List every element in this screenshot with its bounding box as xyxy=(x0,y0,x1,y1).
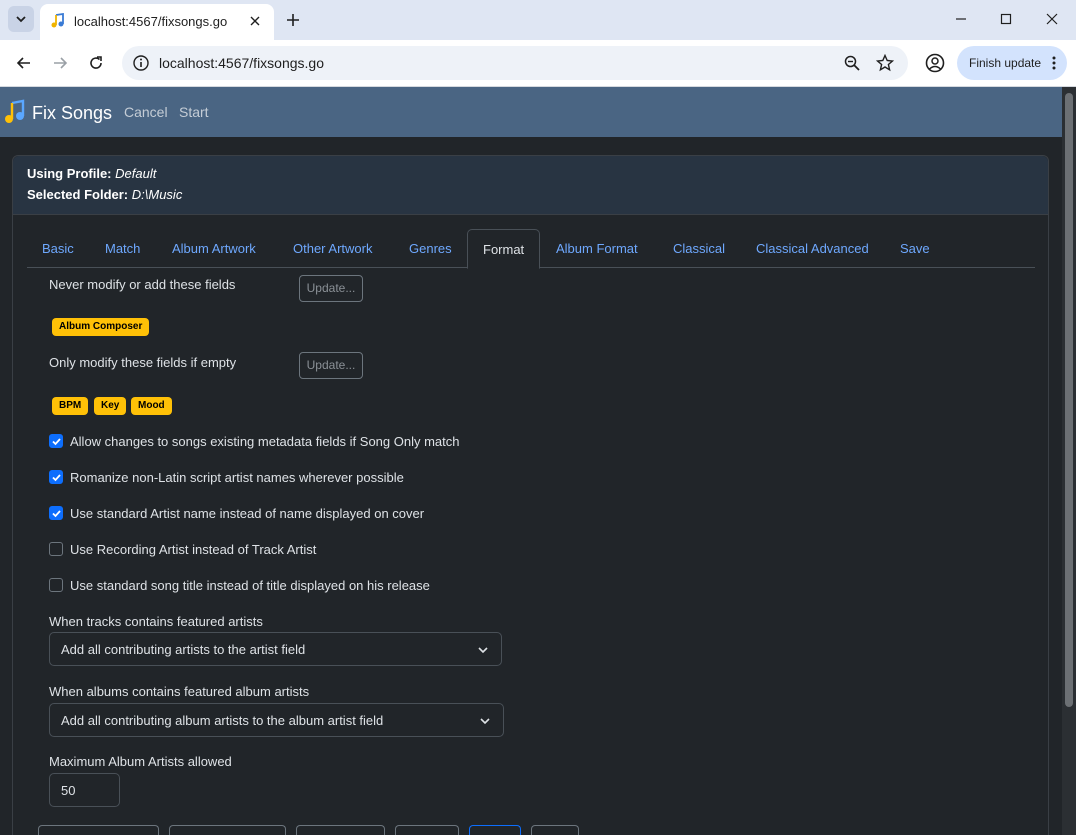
arrow-left-icon xyxy=(16,57,30,69)
only-if-empty-field-badge: Mood xyxy=(131,397,172,415)
cancel-link[interactable]: Cancel xyxy=(124,104,168,120)
app-navbar: Fix Songs Cancel Start xyxy=(0,87,1062,137)
address-bar[interactable]: localhost:4567/fixsongs.go xyxy=(122,46,908,80)
max-album-artists-value: 50 xyxy=(61,783,76,798)
browser-tab[interactable]: localhost:4567/fixsongs.go xyxy=(40,4,274,40)
card-header: Using Profile: Default Selected Folder: … xyxy=(13,156,1048,215)
url-text[interactable]: localhost:4567/fixsongs.go xyxy=(159,55,324,71)
profile-line: Using Profile: Default xyxy=(27,166,156,181)
finish-update-label: Finish update xyxy=(969,56,1042,70)
tab-search-button[interactable] xyxy=(8,6,34,32)
max-album-artists-label: Maximum Album Artists allowed xyxy=(49,754,232,769)
featured-album-artists-label: When albums contains featured album arti… xyxy=(49,684,310,699)
only-if-empty-update-button[interactable]: Update... xyxy=(299,352,363,379)
tab-match[interactable]: Match xyxy=(90,229,155,268)
only-if-empty-field-badge: BPM xyxy=(52,397,89,415)
start-link[interactable]: Start xyxy=(179,104,209,120)
check-icon xyxy=(52,474,61,482)
settings-tabs: Basic Match Album Artwork Other Artwork … xyxy=(27,229,1035,269)
check-icon xyxy=(52,510,61,518)
arrow-right-icon xyxy=(54,57,68,69)
maximize-button[interactable] xyxy=(995,8,1017,30)
reload-button[interactable] xyxy=(84,51,108,75)
minimize-button[interactable] xyxy=(950,8,972,30)
chevron-down-icon xyxy=(16,16,26,23)
check-icon xyxy=(52,438,61,446)
featured-artists-select[interactable]: Add all contributing artists to the arti… xyxy=(49,632,502,666)
footer-button[interactable] xyxy=(469,825,521,835)
browser-toolbar: localhost:4567/fixsongs.go Finish update xyxy=(0,40,1076,87)
close-icon xyxy=(1046,13,1058,25)
browser-tab-strip: localhost:4567/fixsongs.go xyxy=(0,0,1076,40)
tab-basic[interactable]: Basic xyxy=(27,229,89,268)
app-logo-icon xyxy=(5,99,25,123)
footer-button[interactable] xyxy=(531,825,579,835)
back-button[interactable] xyxy=(12,51,36,75)
zoom-icon[interactable] xyxy=(843,54,861,72)
recording-artist-label[interactable]: Use Recording Artist instead of Track Ar… xyxy=(70,542,316,557)
profile-label: Using Profile: xyxy=(27,166,112,181)
featured-album-artists-select[interactable]: Add all contributing album artists to th… xyxy=(49,703,504,737)
profile-icon[interactable] xyxy=(924,52,946,74)
music-note-icon xyxy=(51,13,64,28)
featured-artists-value: Add all contributing artists to the arti… xyxy=(61,642,306,657)
footer-button[interactable] xyxy=(296,825,385,835)
folder-label: Selected Folder: xyxy=(27,187,129,202)
scrollbar-thumb[interactable] xyxy=(1065,93,1073,707)
plus-icon xyxy=(287,14,299,26)
tab-format[interactable]: Format xyxy=(467,229,541,269)
close-window-button[interactable] xyxy=(1041,8,1063,30)
never-modify-update-button[interactable]: Update... xyxy=(299,275,363,302)
tab-genres[interactable]: Genres xyxy=(394,229,467,268)
max-album-artists-input[interactable]: 50 xyxy=(49,773,120,807)
romanize-checkbox[interactable] xyxy=(49,470,63,484)
tab-album-artwork[interactable]: Album Artwork xyxy=(157,229,271,268)
maximize-icon xyxy=(1000,13,1012,25)
footer-button[interactable] xyxy=(395,825,459,835)
app-brand[interactable]: Fix Songs xyxy=(32,103,112,124)
chevron-down-icon xyxy=(480,718,490,725)
reload-icon xyxy=(90,56,102,69)
tab-other-artwork[interactable]: Other Artwork xyxy=(278,229,387,268)
tab-title: localhost:4567/fixsongs.go xyxy=(74,14,228,29)
standard-artist-checkbox[interactable] xyxy=(49,506,63,520)
forward-button[interactable] xyxy=(48,51,72,75)
standard-artist-label[interactable]: Use standard Artist name instead of name… xyxy=(70,506,424,521)
featured-artists-label: When tracks contains featured artists xyxy=(49,614,263,629)
new-tab-button[interactable] xyxy=(282,9,304,31)
footer-button[interactable] xyxy=(169,825,286,835)
bookmark-star-icon[interactable] xyxy=(876,54,894,72)
tab-album-format[interactable]: Album Format xyxy=(541,229,653,268)
standard-title-label[interactable]: Use standard song title instead of title… xyxy=(70,578,430,593)
page-scrollbar[interactable] xyxy=(1062,87,1076,835)
tab-save[interactable]: Save xyxy=(885,229,945,268)
recording-artist-checkbox[interactable] xyxy=(49,542,63,556)
page-content: Fix Songs Cancel Start Using Profile: De… xyxy=(0,87,1062,835)
more-vertical-icon xyxy=(1052,56,1056,70)
romanize-label[interactable]: Romanize non-Latin script artist names w… xyxy=(70,470,404,485)
site-info-icon[interactable] xyxy=(132,54,150,72)
close-icon xyxy=(250,16,260,26)
tab-classical-advanced[interactable]: Classical Advanced xyxy=(741,229,884,268)
minimize-icon xyxy=(956,18,966,20)
folder-value: D:\Music xyxy=(131,187,183,202)
finish-update-button[interactable]: Finish update xyxy=(957,46,1067,80)
close-tab-button[interactable] xyxy=(246,12,264,30)
song-only-match-checkbox[interactable] xyxy=(49,434,63,448)
featured-album-artists-value: Add all contributing album artists to th… xyxy=(61,713,384,728)
song-only-match-label[interactable]: Allow changes to songs existing metadata… xyxy=(70,434,460,449)
chevron-down-icon xyxy=(478,647,488,654)
only-if-empty-field-badge: Key xyxy=(94,397,127,415)
tab-classical[interactable]: Classical xyxy=(658,229,740,268)
footer-button[interactable] xyxy=(38,825,159,835)
never-modify-label: Never modify or add these fields xyxy=(49,277,236,292)
standard-title-checkbox[interactable] xyxy=(49,578,63,592)
profile-value: Default xyxy=(115,166,157,181)
never-modify-field-badge: Album Composer xyxy=(52,318,150,336)
folder-line: Selected Folder: D:\Music xyxy=(27,187,182,202)
only-if-empty-label: Only modify these fields if empty xyxy=(49,355,237,370)
